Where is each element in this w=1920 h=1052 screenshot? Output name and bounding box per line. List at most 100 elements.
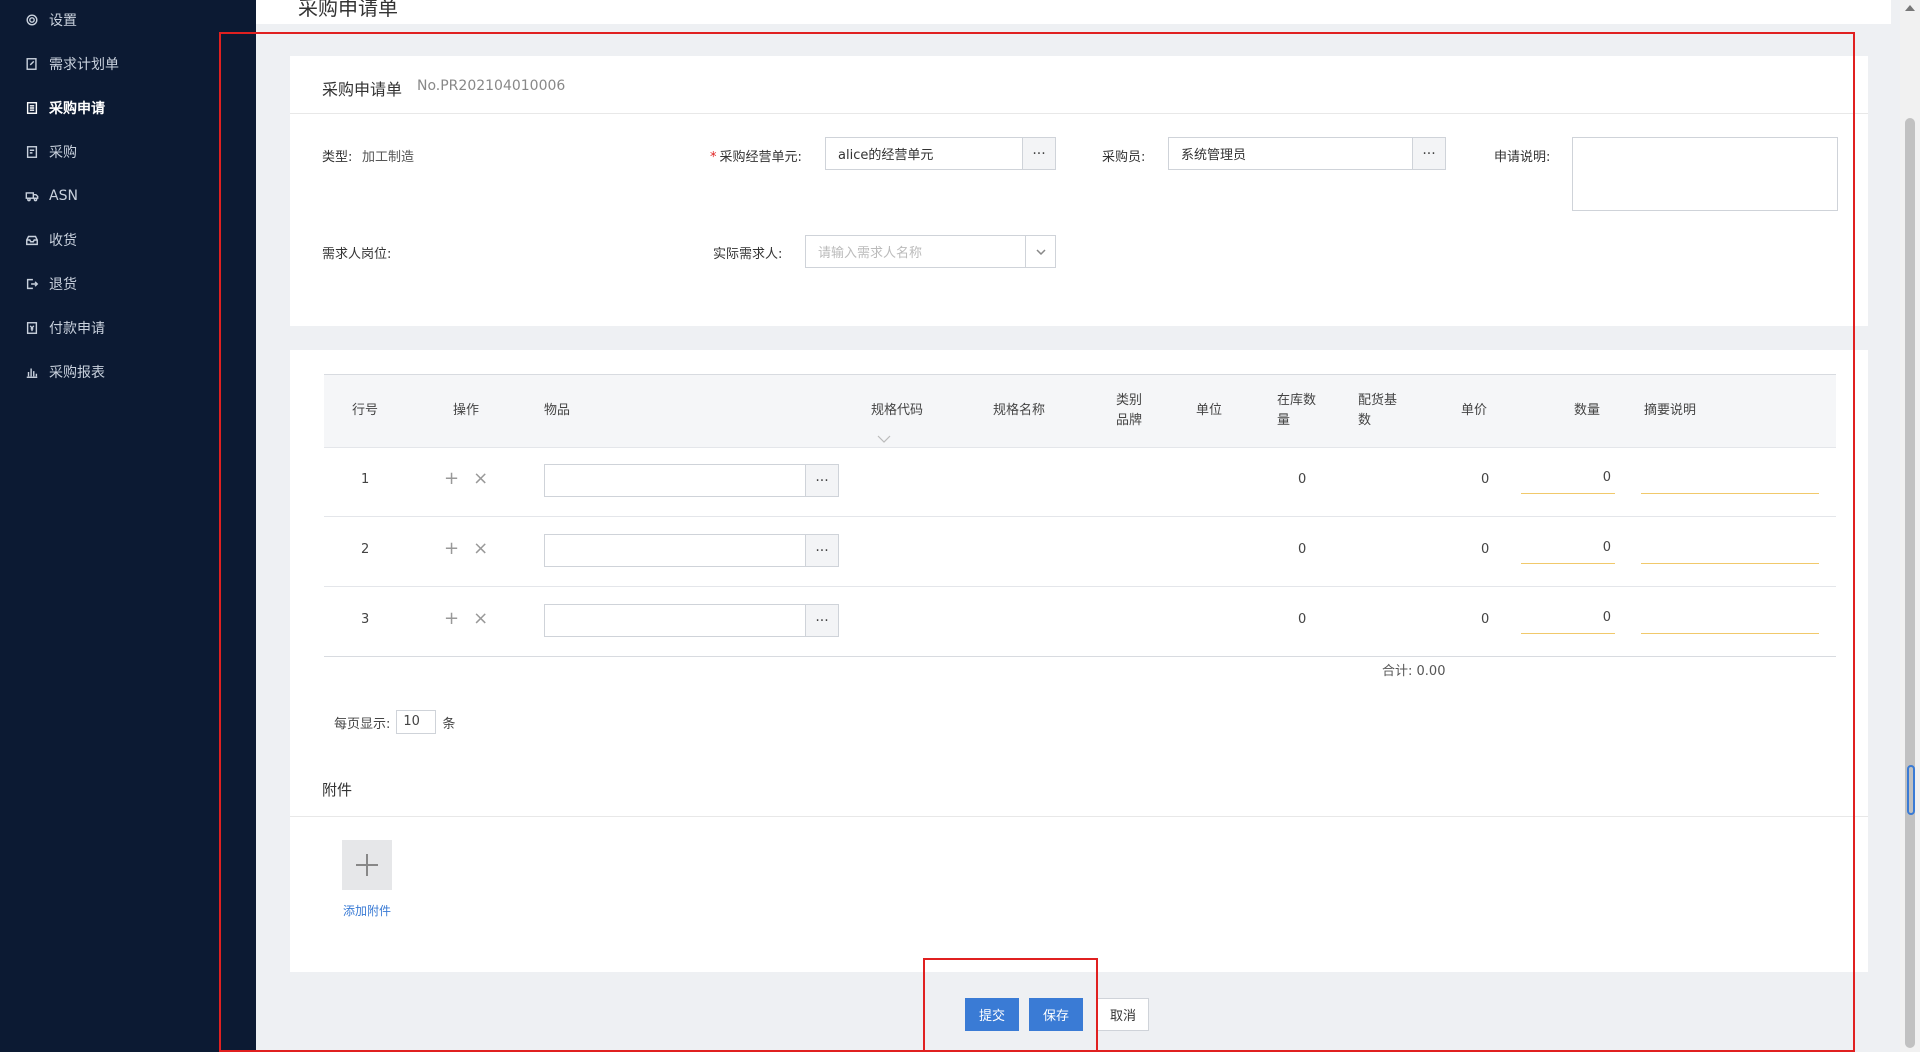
- header-ops: 操作: [453, 403, 480, 418]
- total-label: 合计:: [1382, 664, 1413, 679]
- inbox-icon: [24, 232, 40, 248]
- sidebar-item-asn[interactable]: ASN: [0, 176, 256, 216]
- row-line-no: 1: [361, 472, 370, 487]
- row-line-no: 2: [361, 542, 370, 557]
- document-icon: [24, 144, 40, 160]
- sidebar-item-label: 需求计划单: [49, 57, 119, 73]
- close-icon[interactable]: ×: [473, 470, 488, 488]
- memo-input[interactable]: [1641, 464, 1819, 494]
- form-card: 采购申请单 No.PR202104010006 类型: 加工制造 * 采购经营单元…: [290, 56, 1868, 326]
- requester-select[interactable]: 请输入需求人名称: [805, 235, 1056, 268]
- sidebar-item-purchase-request[interactable]: 采购申请: [0, 88, 256, 128]
- plus-icon[interactable]: +: [444, 470, 459, 488]
- business-unit-value: alice的经营单元: [838, 148, 934, 163]
- memo-input[interactable]: [1641, 604, 1819, 634]
- close-icon[interactable]: ×: [473, 540, 488, 558]
- sidebar-item-purchase[interactable]: 采购: [0, 132, 256, 172]
- row-price: 0: [1481, 612, 1490, 627]
- row-stock: 0: [1298, 542, 1307, 557]
- add-attachment-button[interactable]: [342, 840, 392, 890]
- header-qty: 数量: [1574, 403, 1601, 418]
- sidebar-item-label: 采购报表: [49, 365, 105, 381]
- attachments-divider: [290, 816, 1868, 817]
- row-ops: + ×: [444, 540, 488, 558]
- header-item: 物品: [544, 403, 571, 418]
- attachments-title: 附件: [322, 781, 353, 799]
- header-line-no: 行号: [352, 403, 379, 418]
- row-stock: 0: [1298, 612, 1307, 627]
- scroll-up-icon[interactable]: [1903, 2, 1917, 12]
- sidebar-item-label: 退货: [49, 277, 77, 293]
- sidebar-item-label: 采购: [49, 145, 77, 161]
- header-stock-line2: 量: [1277, 413, 1291, 428]
- document-edit-icon: [24, 56, 40, 72]
- items-card: 行号 操作 物品 规格代码 规格名称 类别 品牌 单位 在库数 量 配货基 数 …: [290, 350, 1868, 972]
- close-icon[interactable]: ×: [473, 610, 488, 628]
- buyer-value: 系统管理员: [1181, 148, 1247, 163]
- plus-icon[interactable]: +: [444, 540, 459, 558]
- buyer-picker-button[interactable]: ···: [1412, 138, 1445, 169]
- sidebar-item-label: ASN: [49, 188, 78, 204]
- submit-button[interactable]: 提交: [965, 998, 1019, 1031]
- truck-icon: [24, 188, 40, 204]
- row-divider: [324, 516, 1836, 517]
- page-size-suffix: 条: [442, 716, 456, 732]
- buyer-label: 采购员:: [1102, 150, 1146, 165]
- header-spec-name: 规格名称: [993, 403, 1046, 418]
- header-category-line1: 类别: [1116, 393, 1143, 408]
- sidebar-item-payment-request[interactable]: 付款申请: [0, 308, 256, 348]
- description-textarea[interactable]: [1572, 137, 1838, 211]
- requester-label: 实际需求人:: [713, 247, 783, 262]
- type-value: 加工制造: [362, 150, 415, 165]
- chevron-down-icon[interactable]: [1025, 236, 1055, 267]
- item-picker-button[interactable]: ···: [805, 605, 838, 636]
- gear-icon: [24, 12, 40, 28]
- cancel-button[interactable]: 取消: [1097, 998, 1149, 1031]
- sort-caret-icon[interactable]: [877, 432, 891, 443]
- header-spec-code[interactable]: 规格代码: [871, 401, 923, 421]
- qty-input[interactable]: 0: [1521, 464, 1615, 494]
- table-header: 行号 操作 物品 规格代码 规格名称 类别 品牌 单位 在库数 量 配货基 数 …: [324, 375, 1836, 447]
- page-header: 采购申请单: [256, 0, 1891, 24]
- sidebar-item-label: 采购申请: [49, 101, 105, 117]
- header-memo: 摘要说明: [1644, 403, 1697, 418]
- sidebar-item-purchase-report[interactable]: 采购报表: [0, 352, 256, 392]
- item-picker-button[interactable]: ···: [805, 465, 838, 496]
- row-price: 0: [1481, 472, 1490, 487]
- buyer-field[interactable]: 系统管理员 ···: [1168, 137, 1446, 170]
- plus-icon: [356, 854, 378, 876]
- save-button[interactable]: 保存: [1029, 998, 1083, 1031]
- qty-input[interactable]: 0: [1521, 604, 1615, 634]
- business-unit-field[interactable]: alice的经营单元 ···: [825, 137, 1056, 170]
- scrollbar-thumb[interactable]: [1905, 118, 1915, 1048]
- sidebar-item-demand-plan[interactable]: 需求计划单: [0, 44, 256, 84]
- add-attachment-link[interactable]: 添加附件: [343, 902, 391, 919]
- item-picker-field[interactable]: ···: [544, 534, 839, 567]
- form-card-header: 采购申请单 No.PR202104010006: [290, 56, 1868, 114]
- plus-icon[interactable]: +: [444, 610, 459, 628]
- business-unit-picker-button[interactable]: ···: [1022, 138, 1055, 169]
- sidebar-item-settings[interactable]: 设置: [0, 0, 256, 40]
- item-picker-field[interactable]: ···: [544, 464, 839, 497]
- item-picker-field[interactable]: ···: [544, 604, 839, 637]
- page-size-prefix: 每页显示:: [334, 716, 391, 732]
- header-ratio-line1: 配货基: [1358, 393, 1398, 408]
- sidebar-item-receiving[interactable]: 收货: [0, 220, 256, 260]
- page-size-control: 每页显示: 10 条: [334, 710, 455, 734]
- sidebar-item-label: 设置: [49, 13, 77, 29]
- payment-icon: [24, 320, 40, 336]
- qty-input[interactable]: 0: [1521, 534, 1615, 564]
- item-picker-button[interactable]: ···: [805, 535, 838, 566]
- page-size-input[interactable]: 10: [396, 710, 437, 734]
- memo-input[interactable]: [1641, 534, 1819, 564]
- row-divider: [324, 586, 1836, 587]
- sidebar-item-return[interactable]: 退货: [0, 264, 256, 304]
- header-price: 单价: [1461, 403, 1488, 418]
- row-ops: + ×: [444, 470, 488, 488]
- unit-label: * 采购经营单元:: [710, 146, 802, 165]
- document-list-icon: [24, 100, 40, 116]
- requester-post-label: 需求人岗位:: [322, 247, 392, 262]
- header-stock-line1: 在库数: [1277, 393, 1317, 408]
- row-divider: [324, 447, 1836, 448]
- sidebar-item-label: 收货: [49, 233, 77, 249]
